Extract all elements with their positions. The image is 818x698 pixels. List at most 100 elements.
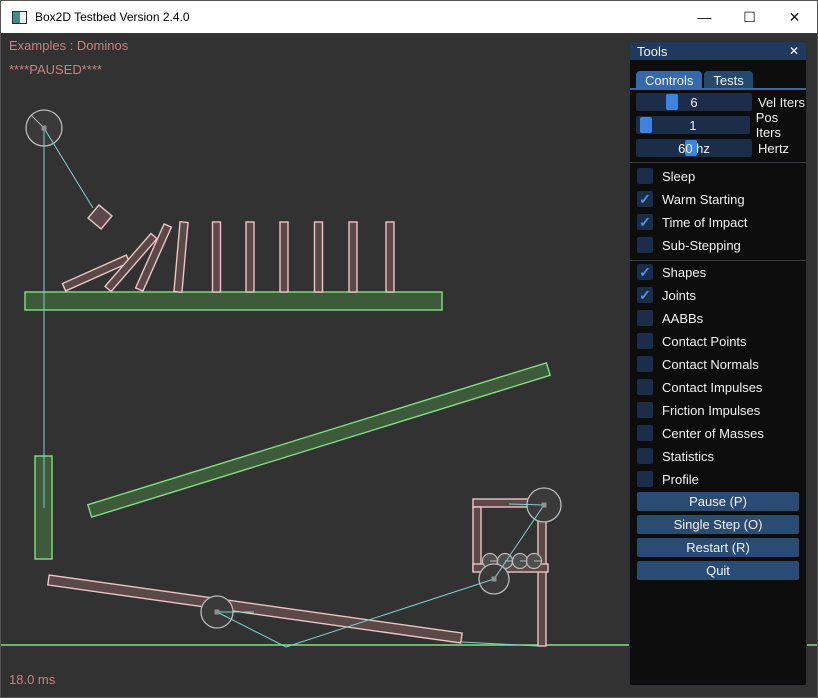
checkbox-label: Joints [662,288,696,303]
tools-panel-titlebar[interactable]: Tools ✕ [630,42,806,60]
checkbox[interactable]: ✓ [637,214,653,230]
checkbox[interactable]: ✓ [637,287,653,303]
checkbox[interactable] [637,168,653,184]
checkbox[interactable] [637,448,653,464]
tilted-ramp [88,363,550,517]
tools-panel-title: Tools [637,44,667,59]
frame-right-post[interactable] [538,503,546,646]
pendulum-box[interactable] [88,205,112,229]
checkbox-label: Sleep [662,169,695,184]
checkbox-label: Statistics [662,449,714,464]
maximize-button[interactable]: ☐ [727,1,772,33]
checkbox[interactable] [637,356,653,372]
center-marker [492,577,497,582]
checkbox-row[interactable]: Contact Normals [637,356,759,372]
checkbox-label: Time of Impact [662,215,747,230]
checkbox-row[interactable]: ✓ Warm Starting [637,191,745,207]
checkbox[interactable]: ✓ [637,191,653,207]
slider-label: Vel Iters [758,95,805,110]
close-button[interactable]: ✕ [772,1,817,33]
center-marker [42,126,47,131]
panel-button[interactable]: Restart (R) [637,538,799,557]
checkbox-row[interactable]: Statistics [637,448,714,464]
checkbox[interactable] [637,379,653,395]
example-label: Examples : Dominos [9,38,128,53]
checkbox[interactable]: ✓ [637,264,653,280]
checkbox[interactable] [637,402,653,418]
slider-label: Pos Iters [756,110,806,140]
checkbox-label: Contact Impulses [662,380,762,395]
pos-iters-slider[interactable]: 1 [636,116,750,134]
checkbox-row[interactable]: Profile [637,471,699,487]
checkmark-icon: ✓ [639,265,651,279]
panel-close-icon[interactable]: ✕ [786,43,802,59]
slider-value: 6 [636,93,752,111]
domino-platform [25,292,442,310]
fallen-dominos[interactable] [62,222,188,292]
panel-button[interactable]: Quit [637,561,799,580]
standing-dominos[interactable] [213,222,395,292]
frame-left-post[interactable] [473,507,481,571]
panel-button[interactable]: Single Step (O) [637,515,799,534]
paused-label: ****PAUSED**** [9,62,102,77]
checkbox-label: Friction Impulses [662,403,760,418]
checkbox-row[interactable]: Sub-Stepping [637,237,741,253]
checkbox[interactable] [637,471,653,487]
checkmark-icon: ✓ [639,288,651,302]
checkbox-label: Center of Masses [662,426,764,441]
domino[interactable] [315,222,323,292]
domino[interactable] [280,222,288,292]
center-marker [215,610,220,615]
checkbox[interactable] [637,333,653,349]
checkbox-row[interactable]: AABBs [637,310,703,326]
domino[interactable] [213,222,221,292]
checkbox-label: Contact Points [662,334,747,349]
checkbox[interactable] [637,310,653,326]
checkbox[interactable] [637,237,653,253]
checkbox-row[interactable]: Center of Masses [637,425,764,441]
checkbox-row[interactable]: Friction Impulses [637,402,760,418]
checkbox-row[interactable]: ✓ Shapes [637,264,706,280]
tab-tests[interactable]: Tests [704,71,752,89]
checkbox-row[interactable]: Contact Impulses [637,379,762,395]
checkmark-icon: ✓ [639,215,651,229]
simulation-canvas[interactable]: Examples : Dominos ****PAUSED**** 18.0 m… [1,33,818,698]
tab-controls[interactable]: Controls [636,71,702,89]
frame-time-label: 18.0 ms [9,672,55,687]
app-icon [12,11,27,24]
checkbox-label: Sub-Stepping [662,238,741,253]
minimize-button[interactable]: — [682,1,727,33]
checkbox-label: Warm Starting [662,192,745,207]
hertz-slider[interactable]: 60 hz [636,139,752,157]
checkbox[interactable] [637,425,653,441]
slider-value: 1 [636,116,750,134]
hertz-slider-row: 60 hz Hertz [636,139,789,157]
domino[interactable] [174,222,188,292]
checkbox-label: Profile [662,472,699,487]
window-title: Box2D Testbed Version 2.4.0 [35,10,190,24]
pos-iters-slider-row: 1 Pos Iters [636,116,806,134]
vel-iters-slider[interactable]: 6 [636,93,752,111]
checkbox-row[interactable]: ✓ Time of Impact [637,214,747,230]
checkmark-icon: ✓ [639,192,651,206]
checkbox-label: AABBs [662,311,703,326]
tab-underline [630,88,806,90]
window-titlebar: Box2D Testbed Version 2.4.0 — ☐ ✕ [1,1,817,33]
app-window: Box2D Testbed Version 2.4.0 — ☐ ✕ [0,0,818,698]
seesaw-plank[interactable] [48,575,462,643]
vel-iters-slider-row: 6 Vel Iters [636,93,805,111]
tools-panel: Tools ✕ Controls Tests 6 Vel Iters 1 [629,41,807,686]
checkbox-row[interactable]: Sleep [637,168,695,184]
checkbox-row[interactable]: Contact Points [637,333,747,349]
separator [630,162,806,163]
domino[interactable] [386,222,394,292]
center-marker [542,503,547,508]
domino[interactable] [246,222,254,292]
slider-label: Hertz [758,141,789,156]
domino[interactable] [349,222,357,292]
rope-to-box [44,128,93,208]
panel-button[interactable]: Pause (P) [637,492,799,511]
checkbox-row[interactable]: ✓ Joints [637,287,696,303]
tab-bar: Controls Tests [636,71,753,89]
slider-value: 60 hz [636,139,752,157]
